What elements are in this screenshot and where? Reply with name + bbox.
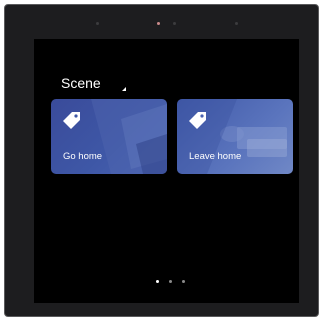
page-indicator <box>152 280 192 286</box>
page-dot-3[interactable] <box>182 280 185 283</box>
tag-icon <box>63 111 81 134</box>
tag-icon <box>189 111 207 134</box>
page-dot-2[interactable] <box>169 280 172 283</box>
screen: Scene Go home Leave home <box>34 39 299 303</box>
scene-card-leave-home[interactable]: Leave home <box>177 99 293 174</box>
scene-card-label: Go home <box>63 151 103 162</box>
scene-card-label: Leave home <box>189 151 242 162</box>
page-dot-1[interactable] <box>156 280 159 283</box>
page-title: Scene <box>61 75 101 91</box>
camera-dot <box>173 22 176 25</box>
device-bezel: Scene Go home Leave home <box>4 4 319 317</box>
sensor-dot <box>235 22 238 25</box>
scene-card-go-home[interactable]: Go home <box>51 99 167 174</box>
title-caret-icon <box>122 87 126 91</box>
sensor-dot <box>96 22 99 25</box>
status-led <box>157 22 160 25</box>
